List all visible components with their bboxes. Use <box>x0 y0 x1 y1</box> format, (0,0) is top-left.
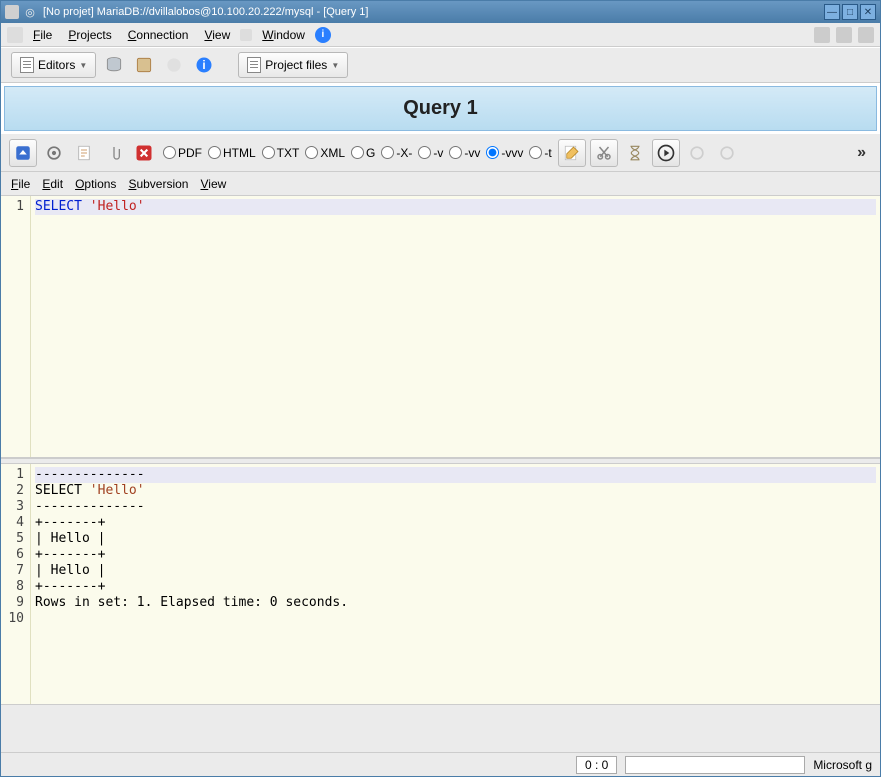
editor-menu-view[interactable]: View <box>200 177 226 191</box>
sql-editor[interactable]: 1 SELECT 'Hello' <box>1 196 880 458</box>
status-input[interactable] <box>625 756 805 774</box>
format-label: XML <box>320 146 345 160</box>
delete-icon[interactable] <box>131 140 157 166</box>
app-menu-icon[interactable] <box>7 27 23 43</box>
document-icon <box>247 57 261 73</box>
format-radio-vvv[interactable]: -vvv <box>484 146 525 160</box>
format-radio-g[interactable]: G <box>349 146 377 160</box>
format-label: -vv <box>464 146 480 160</box>
chevron-down-icon: ▼ <box>331 61 339 70</box>
pin-icon[interactable]: ◎ <box>23 5 37 19</box>
database-icon[interactable] <box>102 53 126 77</box>
format-radio-x[interactable]: -X- <box>379 146 414 160</box>
app-icon <box>5 5 19 19</box>
format-label: -t <box>544 146 551 160</box>
bottom-spacer <box>1 704 880 752</box>
toolbar-icon-2[interactable] <box>836 27 852 43</box>
editor-menu-file[interactable]: File <box>11 177 30 191</box>
format-radio-group: PDF HTML TXT XML G -X- -v -vv -vvv -t <box>161 146 554 160</box>
window-controls: — □ ✕ <box>824 4 876 20</box>
format-radio-v[interactable]: -v <box>416 146 445 160</box>
svg-text:i: i <box>203 59 206 72</box>
format-label: -X- <box>396 146 412 160</box>
editor-menu-options[interactable]: Options <box>75 177 116 191</box>
disk-icon[interactable] <box>132 53 156 77</box>
document-icon <box>20 57 34 73</box>
editor-menubar: File Edit Options Subversion View <box>1 172 880 196</box>
format-radio-xml[interactable]: XML <box>303 146 347 160</box>
page-icon[interactable] <box>71 140 97 166</box>
format-label: TXT <box>277 146 300 160</box>
title-text: [No projet] MariaDB://dvillalobos@10.100… <box>43 6 824 18</box>
editor-gutter: 1 <box>1 196 31 457</box>
close-button[interactable]: ✕ <box>860 4 876 20</box>
project-files-dropdown[interactable]: Project files ▼ <box>238 52 348 78</box>
format-label: -v <box>433 146 443 160</box>
info-button[interactable]: i <box>192 53 216 77</box>
overflow-button[interactable]: » <box>851 144 872 162</box>
menu-projects[interactable]: Projects <box>62 26 117 44</box>
output-gutter: 12345678910 <box>1 464 31 704</box>
editor-code[interactable]: SELECT 'Hello' <box>31 196 880 457</box>
format-radio-pdf[interactable]: PDF <box>161 146 204 160</box>
gear-icon[interactable] <box>41 140 67 166</box>
faded-icon[interactable] <box>162 53 186 77</box>
maximize-button[interactable]: □ <box>842 4 858 20</box>
editor-menu-subversion[interactable]: Subversion <box>128 177 188 191</box>
editor-menu-edit[interactable]: Edit <box>42 177 63 191</box>
titlebar: ◎ [No projet] MariaDB://dvillalobos@10.1… <box>1 1 880 23</box>
format-label: -vvv <box>501 146 523 160</box>
minimize-button[interactable]: — <box>824 4 840 20</box>
format-radio-t[interactable]: -t <box>527 146 553 160</box>
home-button[interactable] <box>9 139 37 167</box>
small-icon <box>240 29 252 41</box>
editors-label: Editors <box>38 58 75 72</box>
format-radio-vv[interactable]: -vv <box>447 146 482 160</box>
chevron-down-icon: ▼ <box>79 61 87 70</box>
toolbar-icon-3[interactable] <box>858 27 874 43</box>
toolbar-primary: Editors ▼ i Project files ▼ <box>1 47 880 83</box>
format-label: PDF <box>178 146 202 160</box>
run-button[interactable] <box>652 139 680 167</box>
editors-dropdown[interactable]: Editors ▼ <box>11 52 96 78</box>
format-radio-html[interactable]: HTML <box>206 146 258 160</box>
toolbar-icon-1[interactable] <box>814 27 830 43</box>
format-radio-txt[interactable]: TXT <box>260 146 302 160</box>
cut-button[interactable] <box>590 139 618 167</box>
output-text[interactable]: --------------SELECT 'Hello'------------… <box>31 464 880 704</box>
hourglass-icon[interactable] <box>622 140 648 166</box>
toolbar-secondary: PDF HTML TXT XML G -X- -v -vv -vvv -t » <box>1 134 880 172</box>
edit-button[interactable] <box>558 139 586 167</box>
format-label: G <box>366 146 375 160</box>
project-files-label: Project files <box>265 58 327 72</box>
menu-window[interactable]: Window <box>256 26 311 44</box>
info-icon[interactable]: i <box>315 27 331 43</box>
font-label: Microsoft g <box>813 758 872 772</box>
main-menubar: File Projects Connection View Window i <box>1 23 880 47</box>
statusbar: 0 : 0 Microsoft g <box>1 752 880 776</box>
menu-file[interactable]: File <box>27 26 58 44</box>
menu-view[interactable]: View <box>198 26 236 44</box>
app-window: ◎ [No projet] MariaDB://dvillalobos@10.1… <box>0 0 881 777</box>
attach-icon[interactable] <box>101 140 127 166</box>
cursor-position: 0 : 0 <box>576 756 617 774</box>
gear-faded2-icon[interactable] <box>714 140 740 166</box>
menu-connection[interactable]: Connection <box>122 26 195 44</box>
output-panel: 12345678910 --------------SELECT 'Hello'… <box>1 464 880 704</box>
query-tab-header: Query 1 <box>4 86 877 131</box>
format-label: HTML <box>223 146 256 160</box>
gear-faded-icon[interactable] <box>684 140 710 166</box>
